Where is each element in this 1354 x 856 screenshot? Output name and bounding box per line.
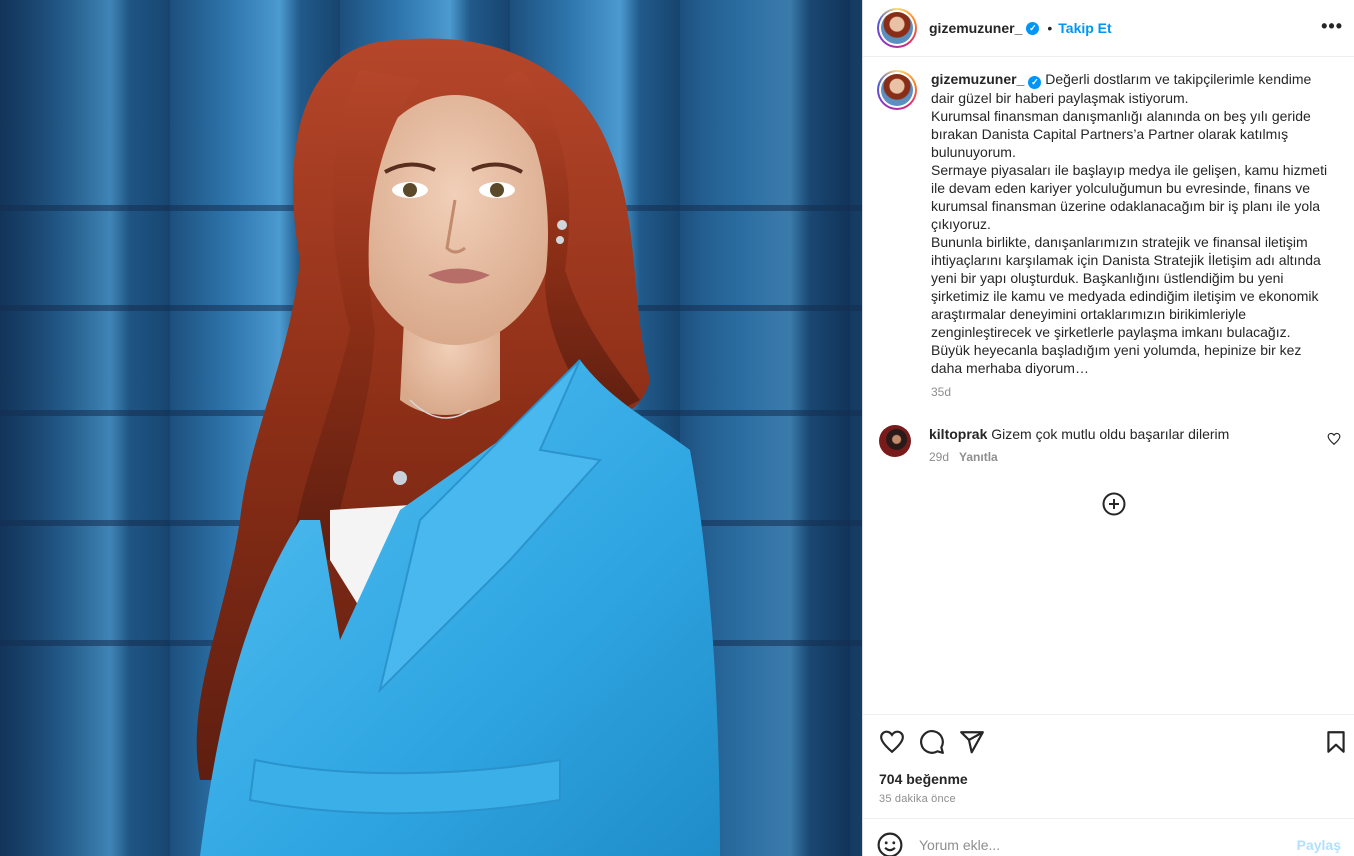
commenter-avatar[interactable] [879,425,911,457]
post-side-panel: gizemuzuner_ ✓ • Takip Et ••• gizemuzune… [862,0,1354,856]
save-bookmark-icon[interactable] [1323,729,1349,755]
share-icon[interactable] [959,729,985,755]
caption-avatar[interactable] [877,70,917,110]
post-header: gizemuzuner_ ✓ • Takip Et ••• [863,0,1354,57]
comment-form: Paylaş [863,818,1354,856]
post-image[interactable] [0,0,862,856]
reply-button[interactable]: Yanıtla [959,450,998,464]
comment-text: Gizem çok mutlu oldu başarılar dilerim [991,426,1230,442]
verified-badge-icon: ✓ [1028,76,1042,89]
caption-text: Değerli dostlarım ve takipçilerimle kend… [931,71,1328,376]
author-username[interactable]: gizemuzuner_ [929,20,1022,36]
likes-count[interactable]: 704 beğenme [879,771,968,787]
caption-body: gizemuzuner_ ✓ Değerli dostlarım ve takip… [931,70,1335,377]
separator-dot: • [1047,20,1053,36]
caption-timestamp[interactable]: 35d [931,385,1347,399]
commenter-username[interactable]: kiltoprak [929,426,987,442]
emoji-icon[interactable] [877,832,903,856]
load-more-comments-icon[interactable] [1102,492,1126,516]
caption: gizemuzuner_ ✓ Değerli dostlarım ve takip… [877,70,1347,399]
comment-input[interactable] [919,836,1279,853]
author-avatar[interactable] [877,8,917,48]
post-comment-button[interactable]: Paylaş [1297,837,1341,853]
portrait-illustration [196,38,720,856]
follow-button[interactable]: Takip Et [1058,20,1111,36]
comment-item: kiltoprak Gizem çok mutlu oldu başarılar… [877,424,1347,464]
caption-username[interactable]: gizemuzuner_ [931,71,1024,87]
verified-badge-icon: ✓ [1026,21,1040,35]
comment-timestamp[interactable]: 29d [929,450,949,464]
post-timestamp[interactable]: 35 dakika önce [879,793,956,805]
comment-icon[interactable] [919,729,945,755]
like-icon[interactable] [879,729,905,755]
comment-like-icon[interactable] [1327,432,1341,446]
more-options-icon[interactable]: ••• [1321,16,1343,37]
